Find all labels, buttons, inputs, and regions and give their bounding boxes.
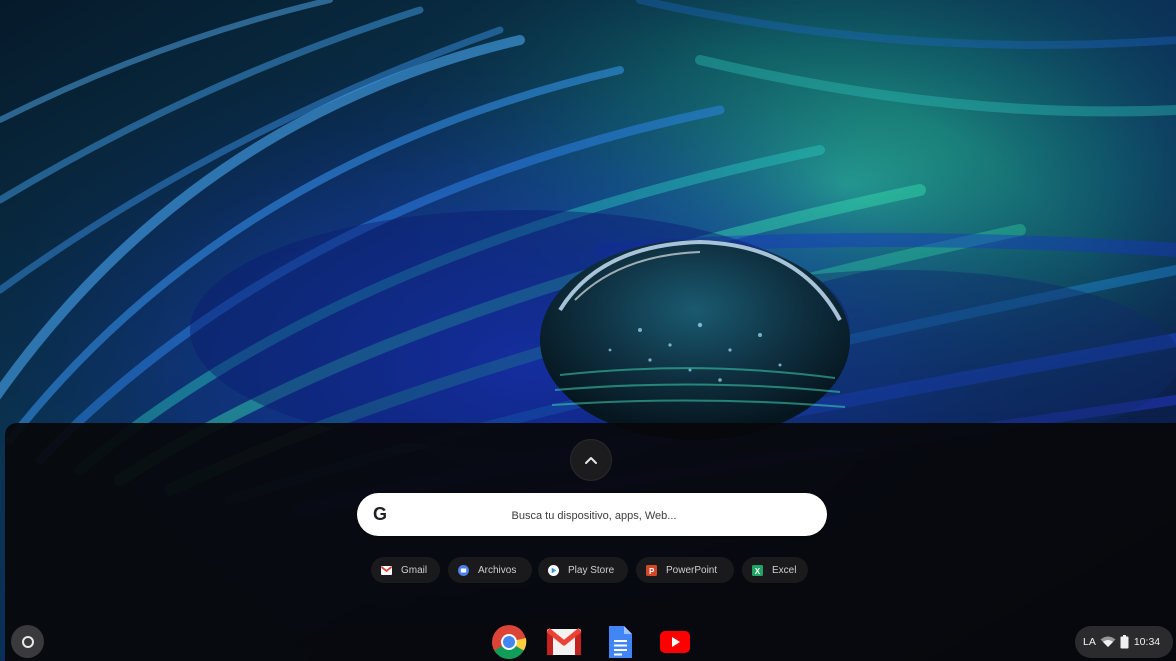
gmail-icon: [381, 565, 392, 576]
chromeos-desktop: G Gmail Archivos: [0, 0, 1176, 661]
chevron-up-icon: [585, 457, 597, 464]
gmail-icon: [546, 628, 582, 655]
expand-launcher-button[interactable]: [570, 439, 612, 481]
shelf-app-youtube[interactable]: [657, 624, 693, 660]
excel-icon: X: [752, 564, 763, 576]
suggested-app-archivos[interactable]: Archivos: [448, 557, 532, 583]
suggested-app-label: Gmail: [401, 564, 428, 576]
youtube-icon: [660, 631, 690, 653]
launcher-circle-icon: [21, 635, 34, 648]
svg-text:X: X: [755, 567, 761, 576]
chrome-icon: [492, 625, 527, 659]
suggested-app-label: Excel: [772, 564, 797, 576]
suggested-app-label: Play Store: [568, 564, 615, 576]
suggested-app-label: Archivos: [478, 564, 517, 576]
launcher-search-box[interactable]: G: [357, 493, 827, 538]
suggested-app-excel[interactable]: X Excel: [742, 557, 808, 583]
suggested-app-powerpoint[interactable]: P PowerPoint: [636, 557, 734, 583]
svg-text:P: P: [649, 567, 655, 576]
powerpoint-icon: P: [646, 564, 657, 576]
suggested-app-label: PowerPoint: [666, 564, 718, 576]
play-store-icon: [548, 564, 559, 576]
shelf-app-gmail[interactable]: [546, 624, 582, 660]
suggested-app-play-store[interactable]: Play Store: [538, 557, 628, 583]
clock: 10:34: [1133, 636, 1161, 648]
battery-icon: [1120, 635, 1129, 649]
keyboard-layout-indicator: LA: [1083, 636, 1096, 648]
shelf-app-chrome[interactable]: [491, 624, 527, 660]
files-icon: [458, 564, 469, 576]
status-tray[interactable]: LA 10:34: [1075, 626, 1173, 658]
search-input[interactable]: [401, 493, 787, 538]
wifi-icon: [1100, 636, 1116, 647]
suggested-app-gmail[interactable]: Gmail: [371, 557, 440, 583]
docs-icon: [609, 626, 632, 658]
google-g-icon: G: [373, 504, 387, 524]
suggested-apps-row: Gmail Archivos Play Store P PowerPoint X…: [0, 557, 1176, 583]
launcher-button[interactable]: [11, 625, 44, 658]
shelf-app-docs[interactable]: [602, 624, 638, 660]
svg-text:G: G: [373, 504, 387, 524]
